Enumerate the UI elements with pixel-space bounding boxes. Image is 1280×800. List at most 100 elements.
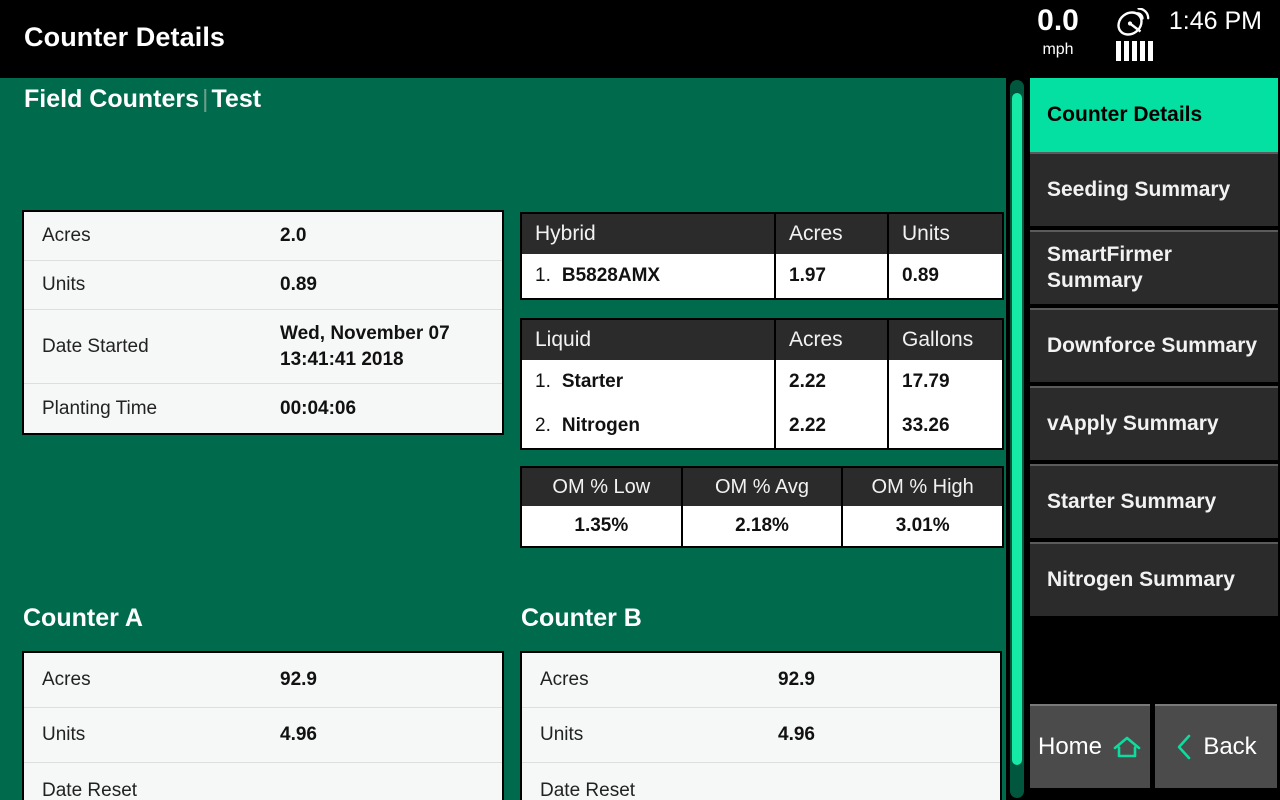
field-summary-table: Acres 2.0 Units 0.89 Date Started Wed, N… (22, 210, 504, 435)
row-value: Starter (561, 371, 624, 392)
table-row: Units 4.96 (24, 708, 502, 763)
liquid-gallons-cell: 33.26 (902, 415, 950, 436)
table-row: Acres 92.9 (24, 653, 502, 708)
column-header: OM % Low (522, 468, 683, 506)
table-row: Units 0.89 (24, 261, 502, 310)
clock: 1:46 PM (1168, 7, 1262, 35)
table-row: Planting Time 00:04:06 (24, 384, 502, 433)
column-header: OM % High (871, 475, 974, 498)
sidebar-item-nitrogen-summary[interactable]: Nitrogen Summary (1030, 542, 1278, 616)
row-value: 00:04:06 (280, 397, 357, 419)
liquid-acres-cell: 2.22 (776, 360, 889, 404)
row-index: 2. (535, 415, 551, 436)
home-button-label: Home (1037, 733, 1103, 760)
chevron-left-icon (1175, 733, 1193, 761)
hybrid-name-cell: 1. B5828AMX (522, 254, 776, 298)
liquid-name-cell: 2. Nitrogen (522, 404, 776, 448)
gps-bar (1123, 41, 1129, 61)
column-header: Gallons (902, 328, 974, 351)
column-header: Liquid (522, 320, 776, 360)
row-label: Units (540, 724, 584, 745)
table-header-row: Liquid Acres Gallons (522, 320, 1002, 360)
row-value: 92.9 (280, 669, 317, 690)
back-button-label: Back (1203, 733, 1257, 760)
sidebar-item-seeding-summary[interactable]: Seeding Summary (1030, 152, 1278, 226)
table-row: Date Reset (24, 763, 502, 800)
hybrid-table: Hybrid Acres Units 1. B5828AMX 1.97 0.89 (520, 212, 1004, 300)
column-header: Units (902, 222, 950, 245)
sidebar-item-counter-details[interactable]: Counter Details (1030, 78, 1278, 152)
top-bar: Counter Details 0.0 mph 1:46 PM (0, 0, 1280, 78)
liquid-gallons-cell: 17.79 (902, 371, 950, 392)
table-body: 1. B5828AMX 1.97 0.89 (522, 254, 1002, 298)
column-header: Hybrid (522, 214, 776, 254)
page-title: Counter Details (24, 22, 226, 52)
liquid-acres-cell: 2.22 (776, 404, 889, 448)
om-high-value: 3.01% (895, 515, 950, 536)
gps-status (1103, 8, 1165, 61)
row-label: Acres (540, 669, 589, 690)
sidebar-item-label: vApply Summary (1047, 412, 1219, 435)
vertical-scrollbar[interactable] (1010, 80, 1024, 798)
counter-details-screen: Counter Details 0.0 mph 1:46 PM Field Co… (0, 0, 1280, 800)
gps-bar (1131, 41, 1137, 61)
om-avg-value: 2.18% (683, 506, 844, 546)
sidebar-item-label: Downforce Summary (1047, 334, 1258, 357)
table-body: 1. Starter 2.22 17.79 2. Nitrogen 2.22 3… (522, 360, 1002, 448)
row-label: Planting Time (42, 397, 158, 419)
breadcrumb-field-name: Test (211, 85, 262, 113)
row-index: 1. (535, 265, 551, 286)
table-row: Acres 92.9 (522, 653, 1000, 708)
sidebar-item-label: Counter Details (1047, 103, 1203, 126)
table-body: 1.35% 2.18% 3.01% (522, 506, 1002, 546)
hybrid-acres-cell: 1.97 (776, 254, 889, 298)
counter-a-title: Counter A (23, 604, 143, 632)
row-value: 92.9 (778, 669, 815, 690)
home-icon (1112, 735, 1142, 759)
om-low-value: 1.35% (522, 506, 683, 546)
table-row: 1.35% 2.18% 3.01% (522, 506, 1002, 546)
table-row: Units 4.96 (522, 708, 1000, 763)
row-label: Date Reset (540, 779, 636, 800)
table-header-row: OM % Low OM % Avg OM % High (522, 468, 1002, 506)
speed-value: 0.0 (1037, 4, 1079, 37)
table-row: 1. B5828AMX 1.97 0.89 (522, 254, 1002, 298)
column-header: Acres (776, 214, 889, 254)
back-button[interactable]: Back (1155, 704, 1277, 788)
row-label: Units (42, 724, 86, 745)
row-label: Acres (42, 669, 91, 690)
breadcrumb-field-counters: Field Counters (24, 85, 200, 113)
row-value: 2.0 (280, 225, 307, 246)
table-row: Date Reset (522, 763, 1000, 800)
gps-bar (1139, 41, 1145, 61)
row-value: Wed, November 07 13:41:41 2018 (280, 322, 450, 370)
row-value: 4.96 (778, 724, 815, 745)
liquid-table: Liquid Acres Gallons 1. Starter 2.22 17.… (520, 318, 1004, 450)
row-value: 4.96 (280, 724, 317, 745)
row-label: Acres (42, 225, 91, 246)
satellite-dish-icon (1103, 8, 1165, 38)
table-row: Acres 2.0 (24, 212, 502, 261)
sidebar-item-starter-summary[interactable]: Starter Summary (1030, 464, 1278, 538)
table-header-row: Hybrid Acres Units (522, 214, 1002, 254)
row-label: Units (42, 274, 86, 295)
counter-b-table: Acres 92.9 Units 4.96 Date Reset (520, 651, 1002, 800)
sidebar-item-label: Seeding Summary (1047, 178, 1231, 201)
row-index: 1. (535, 371, 551, 392)
counter-b-title: Counter B (521, 604, 642, 632)
row-label: Date Reset (42, 779, 138, 800)
counter-a-table: Acres 92.9 Units 4.96 Date Reset (22, 651, 504, 800)
row-value: Nitrogen (561, 415, 640, 436)
table-row: 1. Starter 2.22 17.79 (522, 360, 1002, 404)
scrollbar-thumb[interactable] (1012, 93, 1022, 765)
status-area: 0.0 mph 1:46 PM (1000, 0, 1280, 78)
row-label: Date Started (42, 335, 149, 357)
sidebar-item-downforce-summary[interactable]: Downforce Summary (1030, 308, 1278, 382)
column-header: Acres (776, 320, 889, 360)
speed-indicator: 0.0 mph (1028, 4, 1088, 60)
sidebar-item-smartfirmer-summary[interactable]: SmartFirmer Summary (1030, 230, 1278, 304)
speed-unit: mph (1042, 41, 1074, 58)
home-button[interactable]: Home (1030, 704, 1150, 788)
table-row: 2. Nitrogen 2.22 33.26 (522, 404, 1002, 448)
sidebar-item-vapply-summary[interactable]: vApply Summary (1030, 386, 1278, 460)
